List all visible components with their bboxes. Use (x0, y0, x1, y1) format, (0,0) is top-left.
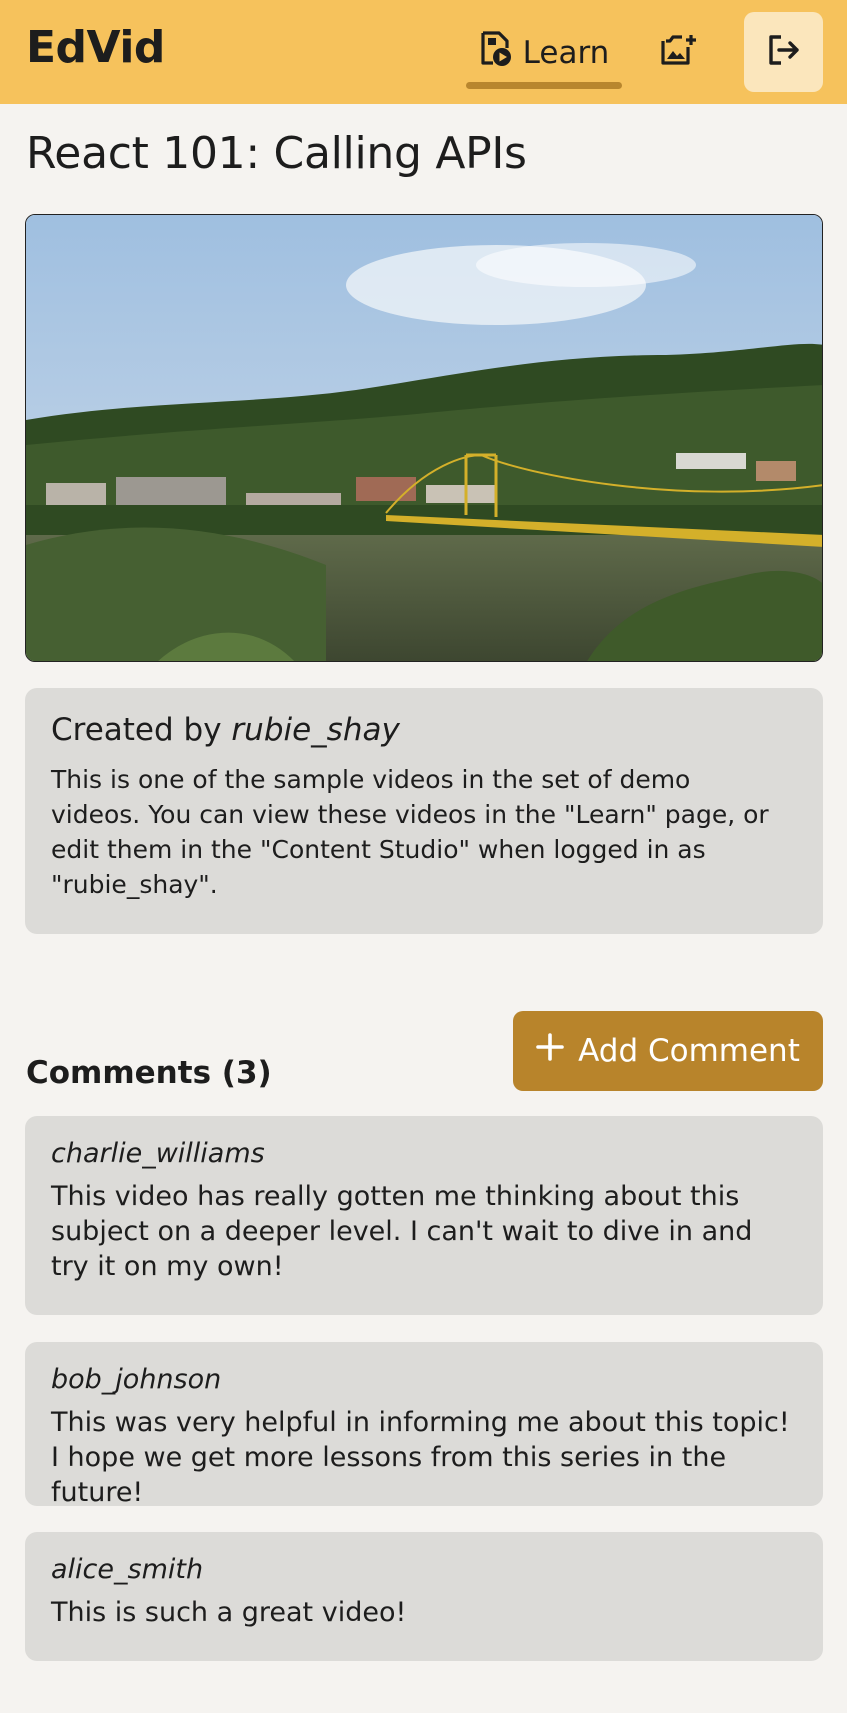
comment-author: alice_smith (51, 1554, 204, 1585)
comment-author: bob_johnson (51, 1364, 222, 1395)
comment-text: This was very helpful in informing me ab… (51, 1407, 790, 1508)
video-file-icon (479, 31, 513, 75)
video-info-card: Created by rubie_shay This is one of the… (25, 688, 823, 934)
video-title: React 101: Calling APIs (26, 128, 527, 179)
comment-card: bob_johnson This was very helpful in inf… (25, 1342, 823, 1508)
video-player[interactable] (25, 214, 823, 662)
brand-logo[interactable]: EdVid (26, 22, 165, 73)
video-thumbnail (26, 215, 822, 661)
logout-icon (767, 33, 801, 71)
creator-line: Created by rubie_shay (51, 712, 797, 748)
created-by-prefix: Created by (51, 712, 222, 748)
plus-icon (536, 1033, 564, 1069)
video-description: This is one of the sample videos in the … (51, 765, 769, 899)
active-tab-indicator (466, 82, 622, 89)
comment-card: charlie_williams This video has really g… (25, 1116, 823, 1315)
add-comment-button[interactable]: Add Comment (513, 1011, 823, 1091)
comment-text: This video has really gotten me thinking… (51, 1181, 753, 1282)
comment-text: This is such a great video! (51, 1597, 407, 1628)
nav-learn-tab[interactable]: Learn (466, 18, 622, 89)
creator-username[interactable]: rubie_shay (231, 712, 399, 748)
video-camera-icon (660, 33, 700, 71)
comments-heading: Comments (3) (26, 1055, 272, 1091)
add-comment-label: Add Comment (578, 1033, 800, 1069)
nav-learn-label: Learn (522, 35, 610, 71)
logout-button[interactable] (744, 12, 823, 92)
top-nav-bar: EdVid Learn (0, 0, 847, 104)
nav-content-studio-button[interactable] (655, 30, 705, 74)
comment-author: charlie_williams (51, 1138, 265, 1169)
comment-card: alice_smith This is such a great video! (25, 1532, 823, 1661)
